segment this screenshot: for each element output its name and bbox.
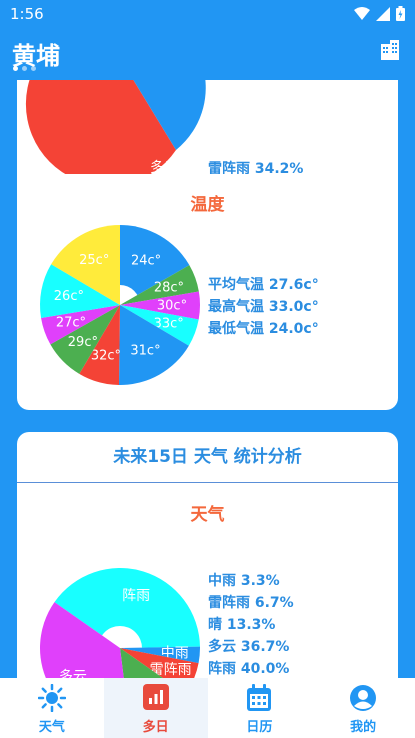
page-dot-2 bbox=[22, 66, 27, 71]
pie-slice-label: 31c° bbox=[130, 344, 160, 359]
bar-chart-icon bbox=[142, 684, 169, 710]
pie-slice-label: 26c° bbox=[54, 289, 84, 304]
nav-multi-day[interactable]: 多日 bbox=[103, 678, 208, 738]
app-bar: 黄埔 bbox=[0, 28, 415, 80]
forecast-header: 未来15日 天气 统计分析 bbox=[17, 432, 398, 483]
scroll-content[interactable]: 晴 多云 雷阵雨 34.2% 温度 24c°28c°30c°33c°31c°32… bbox=[0, 80, 415, 678]
legend-moderate-rain: 中雨 3.3% bbox=[208, 573, 280, 589]
pie-slice-label: 阵雨 bbox=[122, 588, 150, 604]
person-icon bbox=[350, 685, 377, 711]
forecast-15-day-card: 未来15日 天气 统计分析 天气 阵雨中雨雷阵雨晴多云 中雨 3.3% 雷阵雨 … bbox=[17, 432, 398, 678]
pie-slice-label: 29c° bbox=[68, 335, 98, 350]
legend-thunder-shower: 雷阵雨 6.7% bbox=[208, 595, 294, 611]
calendar-icon bbox=[247, 684, 272, 711]
nav-weather[interactable]: 天气 bbox=[0, 678, 104, 738]
temperature-pie-chart: 24c°28c°30c°33c°31c°32c°29c°27c°26c°25c° bbox=[40, 225, 200, 385]
legend-max-temp: 最高气温 33.0c° bbox=[208, 299, 319, 315]
pie-slice-label: 32c° bbox=[91, 348, 121, 363]
pie-slice-label: 多云 bbox=[59, 668, 87, 678]
bottom-nav: 天气 多日 日历 我的 bbox=[0, 678, 415, 738]
forecast-title: 天气 bbox=[190, 505, 225, 525]
status-time: 1:56 bbox=[10, 5, 44, 23]
nav-label-calendar: 日历 bbox=[246, 720, 273, 735]
page-dot-3 bbox=[31, 66, 36, 71]
pie-slice-label: 27c° bbox=[56, 316, 86, 331]
nav-label-profile: 我的 bbox=[350, 720, 377, 735]
status-icons bbox=[354, 6, 405, 21]
battery-icon bbox=[396, 6, 405, 21]
sun-icon bbox=[37, 684, 66, 712]
pie-slice-label: 24c° bbox=[131, 253, 161, 268]
nav-label-weather: 天气 bbox=[38, 720, 65, 735]
page-dot-1 bbox=[13, 66, 18, 71]
weather-pie-chart: 阵雨中雨雷阵雨晴多云 bbox=[40, 568, 200, 678]
pie-slice-label: 25c° bbox=[79, 253, 109, 268]
pie-slice-label: 30c° bbox=[157, 299, 187, 314]
legend-avg-temp: 平均气温 27.6c° bbox=[208, 277, 319, 293]
status-bar: 1:56 bbox=[0, 0, 415, 28]
legend-min-temp: 最低气温 24.0c° bbox=[208, 321, 319, 337]
wifi-icon bbox=[354, 6, 370, 20]
forecast-legend: 中雨 3.3% 雷阵雨 6.7% 晴 13.3% 多云 36.7% 阵雨 40.… bbox=[208, 570, 294, 678]
legend-sunny: 晴 13.3% bbox=[208, 617, 276, 633]
legend-shower: 阵雨 40.0% bbox=[208, 661, 290, 677]
signal-icon bbox=[376, 6, 390, 21]
nav-calendar[interactable]: 日历 bbox=[208, 678, 312, 738]
city-buildings-icon[interactable] bbox=[379, 38, 401, 60]
nav-label-multi-day: 多日 bbox=[142, 720, 169, 735]
page-indicator bbox=[13, 66, 36, 71]
pie-slice-label: 28c° bbox=[154, 281, 184, 296]
temperature-card: 温度 24c° 28c° 30c° 33c° 31c° 32c° 29c° 27c° 26c° 2… bbox=[17, 174, 398, 410]
legend-cloudy: 多云 36.7% bbox=[208, 639, 290, 655]
temperature-legend: 平均气温 27.6c° 最高气温 33.0c° 最低气温 24.0c° bbox=[208, 274, 319, 340]
nav-profile[interactable]: 我的 bbox=[311, 678, 415, 738]
